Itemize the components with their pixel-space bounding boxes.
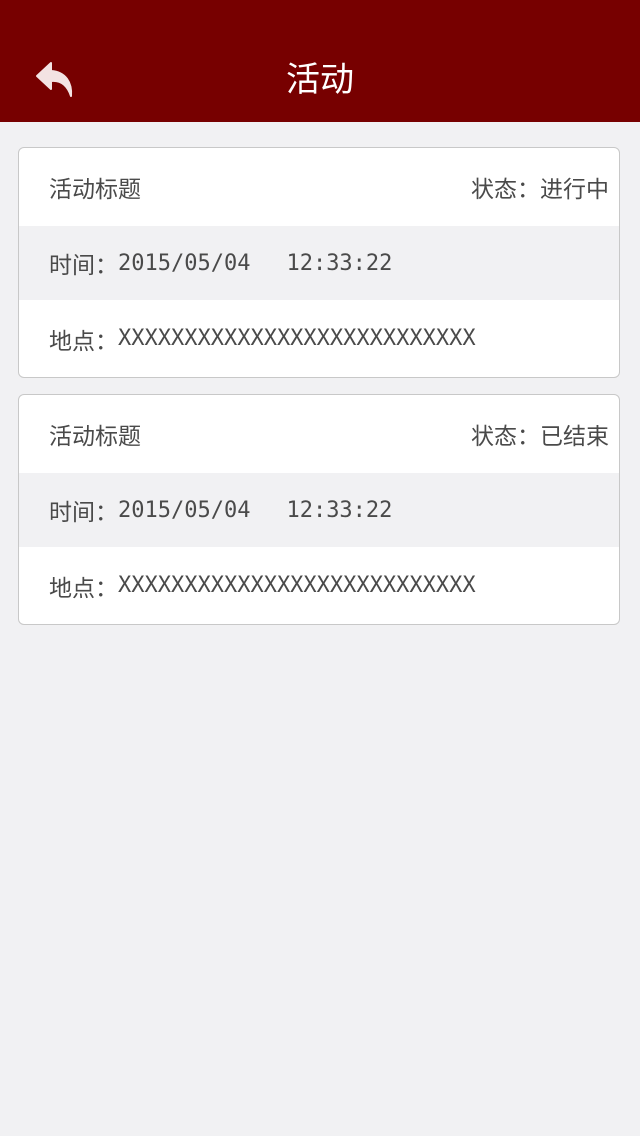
activity-place-row: 地点： XXXXXXXXXXXXXXXXXXXXXXXXXXX	[19, 300, 619, 377]
activity-title: 活动标题	[49, 177, 141, 203]
place-label: 地点：	[49, 328, 118, 355]
activity-title: 活动标题	[49, 424, 141, 450]
status-label: 状态：	[471, 177, 540, 203]
activity-place-row: 地点： XXXXXXXXXXXXXXXXXXXXXXXXXXX	[19, 547, 619, 624]
time-label: 时间：	[49, 500, 118, 526]
activity-time: 12:33:22	[286, 250, 393, 276]
time-label: 时间：	[49, 253, 118, 279]
activity-date: 2015/05/04	[118, 497, 251, 523]
activity-date: 2015/05/04	[118, 250, 251, 276]
activity-card[interactable]: 活动标题 状态： 进行中 时间： 2015/05/04 12:33:22 地点：…	[18, 147, 620, 378]
place-label: 地点：	[49, 575, 118, 602]
activity-card[interactable]: 活动标题 状态： 已结束 时间： 2015/05/04 12:33:22 地点：…	[18, 394, 620, 625]
status-label: 状态：	[471, 424, 540, 450]
activity-title-row: 活动标题 状态： 已结束	[19, 395, 619, 473]
page-title: 活动	[286, 60, 354, 100]
status-value: 已结束	[540, 424, 609, 450]
app-header: 活动	[0, 0, 640, 122]
activity-title-row: 活动标题 状态： 进行中	[19, 148, 619, 226]
status-value: 进行中	[540, 177, 609, 203]
activity-time-row: 时间： 2015/05/04 12:33:22	[19, 226, 619, 300]
activity-time: 12:33:22	[286, 497, 393, 523]
activity-place: XXXXXXXXXXXXXXXXXXXXXXXXXXX	[118, 326, 476, 351]
activity-place: XXXXXXXXXXXXXXXXXXXXXXXXXXX	[118, 573, 476, 598]
activity-time-row: 时间： 2015/05/04 12:33:22	[19, 473, 619, 547]
